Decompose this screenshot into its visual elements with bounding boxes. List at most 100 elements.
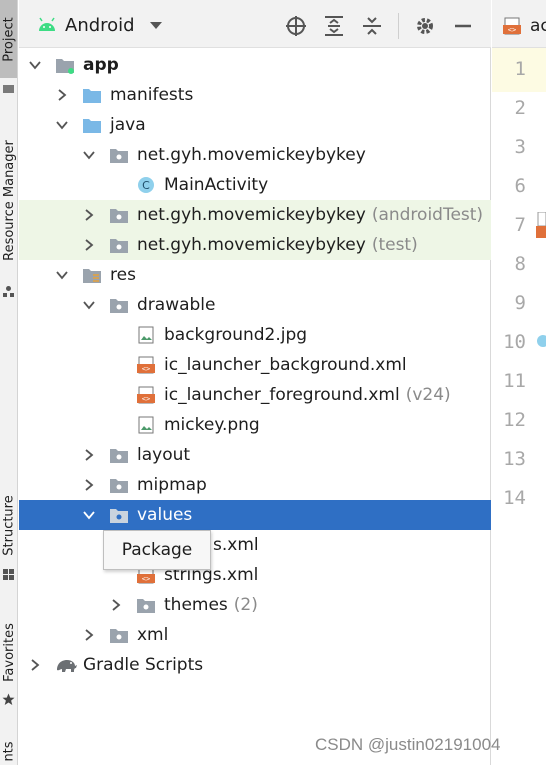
collapse-all-button[interactable] bbox=[360, 14, 384, 38]
tree-label-xml: xml bbox=[137, 625, 169, 645]
settings-button[interactable] bbox=[413, 14, 437, 38]
tree-item-layout[interactable]: layout bbox=[19, 440, 491, 470]
tree-item-java[interactable]: java bbox=[19, 110, 491, 140]
xml-file-icon: <> bbox=[137, 356, 155, 374]
chevron-right-icon bbox=[31, 659, 40, 671]
tree-item-res[interactable]: res bbox=[19, 260, 491, 290]
tree-item-manifests[interactable]: manifests bbox=[19, 80, 491, 110]
tree-item-package-androidtest[interactable]: net.gyh.movemickeybykey (androidTest) bbox=[19, 200, 491, 230]
tree-label-layout: layout bbox=[137, 445, 191, 465]
locate-icon bbox=[286, 16, 306, 36]
star-icon bbox=[2, 693, 15, 705]
tree-item-strings-xml[interactable]: <> strings.xml bbox=[19, 560, 491, 590]
chevron-right-icon bbox=[85, 629, 94, 641]
xml-file-icon: <> bbox=[503, 17, 521, 35]
editor-area: <> ac 1 2 3 6 7 8 9 10 11 12 13 14 bbox=[492, 0, 546, 765]
chevron-down-icon bbox=[83, 301, 95, 310]
build-variants-tool-tab[interactable]: nts bbox=[0, 738, 17, 765]
tree-item-values[interactable]: values bbox=[19, 500, 491, 530]
folder-icon bbox=[110, 629, 128, 643]
line-number: 8 bbox=[514, 253, 526, 275]
tree-item-ic-launcher-foreground[interactable]: <> ic_launcher_foreground.xml (v24) bbox=[19, 380, 491, 410]
settings-gear-icon bbox=[417, 18, 433, 34]
project-tab-label: Project bbox=[1, 16, 17, 62]
tree-item-mainactivity[interactable]: C MainActivity bbox=[19, 170, 491, 200]
line-number: 3 bbox=[514, 136, 526, 158]
editor-file-tab[interactable]: <> ac bbox=[502, 14, 546, 38]
tree-label-java: java bbox=[110, 115, 146, 135]
xml-file-icon: <> bbox=[137, 386, 155, 404]
tree-item-gradle-scripts[interactable]: Gradle Scripts bbox=[19, 650, 491, 680]
line-number: 12 bbox=[503, 409, 526, 431]
tree-item-ic-launcher-background[interactable]: <> ic_launcher_background.xml bbox=[19, 350, 491, 380]
tree-label-colors-xml: s.xml bbox=[213, 535, 259, 555]
line-number: 14 bbox=[503, 487, 526, 509]
line-number: 10 bbox=[503, 331, 526, 353]
chevron-right-icon bbox=[58, 89, 67, 101]
dropdown-arrow-icon bbox=[149, 22, 162, 29]
tree-item-app[interactable]: app bbox=[19, 50, 491, 80]
line-number: 11 bbox=[503, 370, 526, 392]
class-icon: C bbox=[138, 177, 154, 193]
package-icon bbox=[110, 209, 128, 223]
tree-label-app: app bbox=[83, 55, 119, 75]
project-view-label: Android bbox=[65, 14, 135, 36]
toolbar-separator bbox=[398, 13, 399, 39]
tree-label-values: values bbox=[137, 505, 193, 525]
tree-label-package-test: net.gyh.movemickeybykey (test) bbox=[137, 235, 418, 255]
locate-file-button[interactable] bbox=[284, 14, 308, 38]
tree-label-mickey-png: mickey.png bbox=[164, 415, 260, 435]
tree-item-themes[interactable]: themes (2) bbox=[19, 590, 491, 620]
project-panel-header: Android bbox=[19, 0, 491, 48]
collapse-all-icon bbox=[363, 17, 381, 35]
expand-all-icon bbox=[325, 16, 343, 36]
tree-label-gradle-scripts: Gradle Scripts bbox=[83, 655, 204, 675]
hide-panel-button[interactable] bbox=[451, 14, 475, 38]
line-number: 13 bbox=[503, 448, 526, 470]
android-studio-window: Project Resource Manager Structure Favor… bbox=[0, 0, 546, 765]
tree-label-drawable: drawable bbox=[137, 295, 216, 315]
expand-all-button[interactable] bbox=[322, 14, 346, 38]
tooltip-text: Package bbox=[121, 540, 193, 560]
android-icon bbox=[39, 17, 55, 31]
svg-text:C: C bbox=[142, 179, 150, 192]
tree-item-colors-xml[interactable]: <> s.xml bbox=[19, 530, 491, 560]
tree-item-background2-jpg[interactable]: background2.jpg bbox=[19, 320, 491, 350]
folder-icon bbox=[110, 449, 128, 463]
chevron-down-icon bbox=[29, 61, 41, 70]
tree-label-themes: themes (2) bbox=[164, 595, 258, 615]
chevron-down-icon bbox=[56, 121, 68, 130]
chevron-right-icon bbox=[85, 449, 94, 461]
tree-label-manifests: manifests bbox=[110, 85, 194, 105]
image-file-icon bbox=[138, 326, 154, 344]
resource-manager-tool-tab[interactable]: Resource Manager bbox=[0, 120, 17, 280]
tree-item-mickey-png[interactable]: mickey.png bbox=[19, 410, 491, 440]
editor-tab-label: ac bbox=[530, 16, 546, 36]
folder-icon bbox=[110, 479, 128, 493]
editor-tab-bar: <> ac bbox=[492, 0, 546, 48]
folder-icon bbox=[110, 509, 128, 523]
project-view-selector[interactable]: Android bbox=[37, 14, 163, 36]
tree-item-mipmap[interactable]: mipmap bbox=[19, 470, 491, 500]
source-folder-icon bbox=[83, 119, 101, 133]
tree-item-xml[interactable]: xml bbox=[19, 620, 491, 650]
favorites-tool-tab[interactable]: Favorites bbox=[0, 614, 17, 690]
tree-label-mipmap: mipmap bbox=[137, 475, 207, 495]
resource-manager-icon bbox=[3, 286, 14, 297]
project-tool-tab[interactable]: Project bbox=[0, 0, 17, 78]
tree-label-background2-jpg: background2.jpg bbox=[164, 325, 308, 345]
folder-icon bbox=[110, 299, 128, 313]
resources-folder-icon bbox=[83, 269, 101, 283]
chevron-right-icon bbox=[85, 209, 94, 221]
tree-item-package-main[interactable]: net.gyh.movemickeybykey bbox=[19, 140, 491, 170]
tree-item-drawable[interactable]: drawable bbox=[19, 290, 491, 320]
tree-item-package-test[interactable]: net.gyh.movemickeybykey (test) bbox=[19, 230, 491, 260]
structure-tool-tab[interactable]: Structure bbox=[0, 488, 17, 563]
gradle-elephant-icon bbox=[57, 660, 77, 672]
project-panel: Android app manifests java net.gyh.movem… bbox=[19, 0, 491, 765]
line-number: 9 bbox=[514, 292, 526, 314]
package-icon bbox=[110, 239, 128, 253]
header-toolbar bbox=[284, 13, 475, 39]
package-icon bbox=[110, 149, 128, 163]
chevron-right-icon bbox=[112, 599, 121, 611]
